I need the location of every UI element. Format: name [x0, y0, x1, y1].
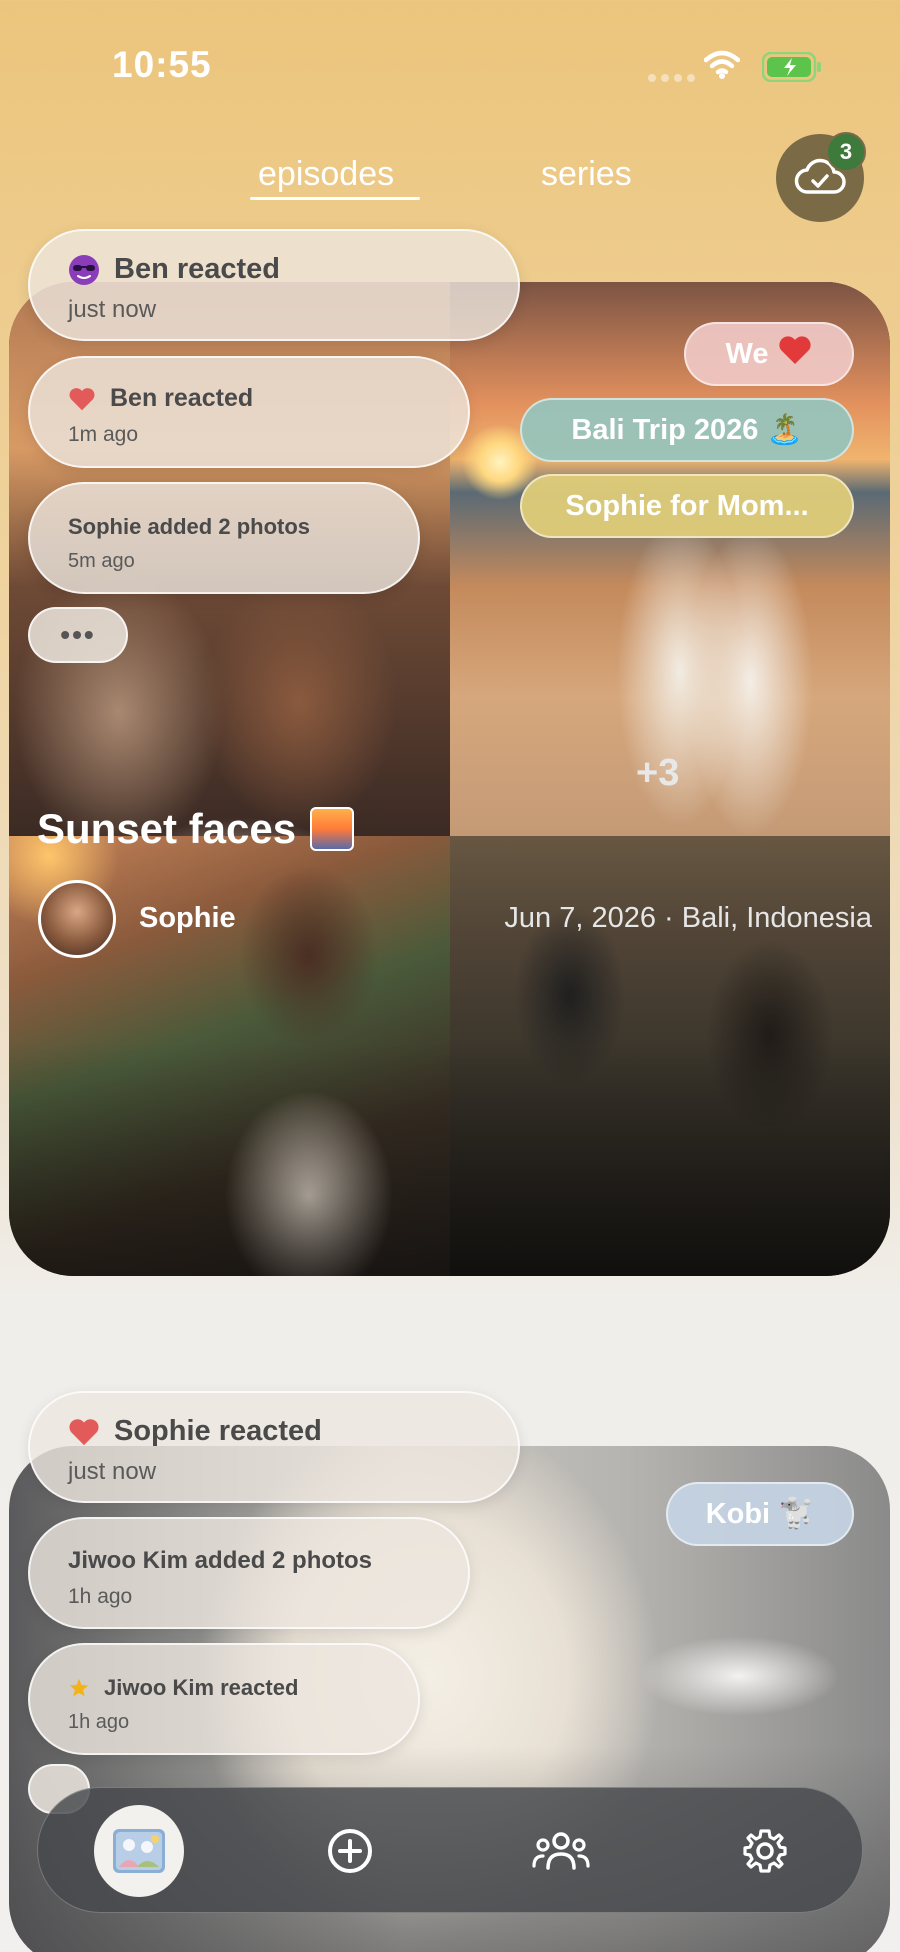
photos-icon — [113, 1829, 165, 1873]
notification-text: Sophie added 2 photos — [68, 514, 311, 539]
notification-time: 1h ago — [68, 1711, 130, 1733]
episode-title-text: Sunset faces — [37, 805, 297, 852]
nav-settings[interactable] — [725, 1788, 805, 1914]
avatar[interactable] — [38, 880, 116, 958]
people-icon — [532, 1832, 590, 1870]
nav-add[interactable] — [310, 1788, 390, 1914]
notification-text: Jiwoo Kim reacted — [104, 1675, 299, 1700]
notification-sophie-added[interactable]: Sophie added 2 photos 5m ago — [28, 482, 420, 594]
notification-text: Ben reacted — [110, 384, 254, 412]
tab-bar: episodes series — [0, 155, 900, 205]
battery-charging-icon — [761, 51, 824, 87]
gear-icon — [743, 1829, 787, 1873]
more-photos-count: +3 — [636, 752, 680, 794]
notification-time: 1m ago — [68, 423, 139, 446]
status-time: 10:55 — [112, 44, 212, 85]
tag-sophie-for-mom[interactable]: Sophie for Mom... — [520, 474, 854, 538]
notification-time: just now — [68, 1458, 157, 1485]
heart-icon — [778, 335, 812, 373]
notification-sophie-reacted[interactable]: Sophie reacted just now — [28, 1391, 520, 1503]
notification-ben-reacted-heart[interactable]: Ben reacted 1m ago — [28, 356, 470, 468]
tag-we[interactable]: We — [684, 322, 854, 386]
notification-jiwoo-reacted[interactable]: Jiwoo Kim reacted 1h ago — [28, 1643, 420, 1755]
star-icon — [69, 1678, 89, 1697]
heart-icon — [69, 1418, 99, 1445]
active-tab-indicator — [250, 197, 420, 200]
more-notifications-button[interactable]: ••• — [28, 607, 128, 663]
bottom-nav — [37, 1787, 863, 1913]
notification-text: Ben reacted — [114, 253, 281, 285]
notification-time: 1h ago — [68, 1585, 133, 1608]
add-circle-icon — [328, 1829, 372, 1873]
notification-text: Jiwoo Kim added 2 photos — [68, 1547, 373, 1574]
notification-jiwoo-added[interactable]: Jiwoo Kim added 2 photos 1h ago — [28, 1517, 470, 1629]
tag-we-label: We — [725, 337, 769, 370]
episode-date-location: Jun 7, 2026 · Bali, Indonesia — [504, 902, 872, 934]
owner-name: Sophie — [139, 902, 236, 934]
nav-people[interactable] — [516, 1788, 606, 1914]
tab-series[interactable]: series — [541, 155, 632, 194]
heart-icon — [69, 387, 95, 410]
notification-ben-reacted[interactable]: Ben reacted just now — [28, 229, 520, 341]
episode-title: Sunset faces — [37, 805, 355, 853]
notification-text: Sophie reacted — [114, 1415, 322, 1447]
tag-bali-trip[interactable]: Bali Trip 2026 🏝️ — [520, 398, 854, 462]
cellular-signal-icon — [648, 74, 695, 82]
nav-photos[interactable] — [94, 1788, 184, 1914]
card-gradient-overlay — [9, 1042, 890, 1276]
tab-episodes[interactable]: episodes — [258, 155, 394, 194]
notification-time: 5m ago — [68, 550, 135, 572]
sunset-emoji-icon — [310, 807, 355, 851]
tag-kobi[interactable]: Kobi 🐩 — [666, 1482, 854, 1546]
sunglasses-emoji-icon — [69, 254, 99, 285]
nav-active-indicator — [94, 1805, 184, 1897]
notification-time: just now — [68, 296, 157, 323]
sync-count-badge: 3 — [826, 132, 866, 172]
wifi-icon — [703, 50, 741, 85]
